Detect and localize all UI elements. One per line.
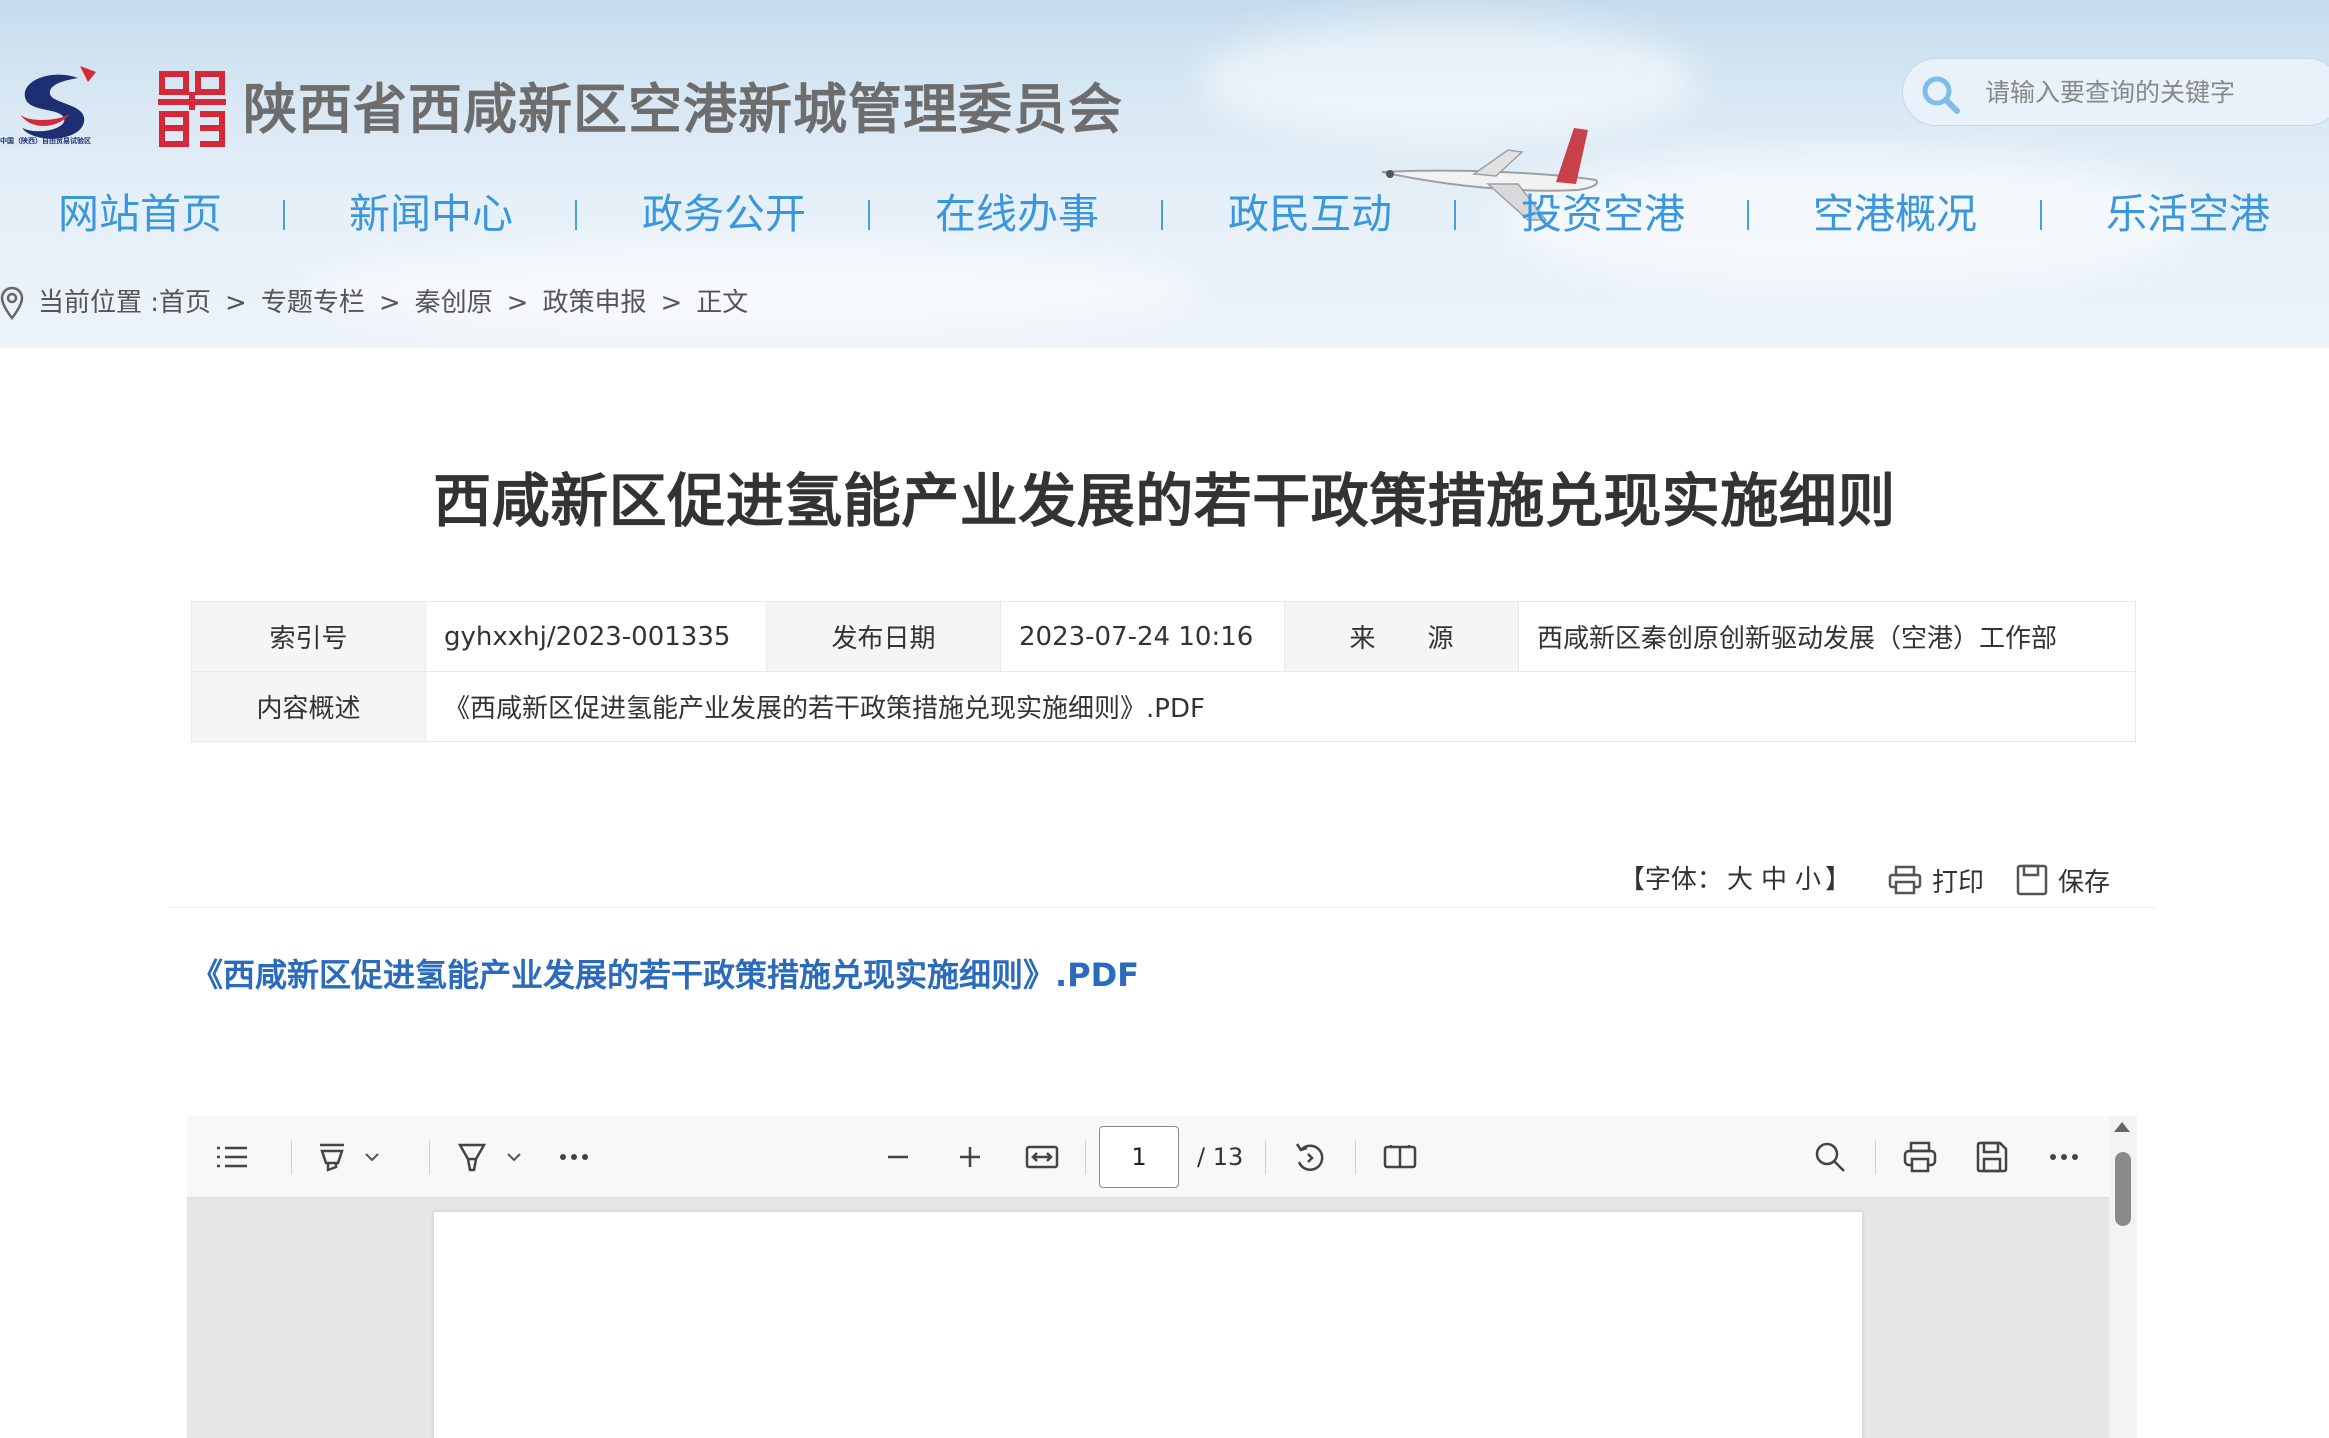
contents-icon[interactable] xyxy=(211,1136,253,1178)
nav-item-gov-affairs[interactable]: 政务公开 xyxy=(624,178,824,250)
header-cloud xyxy=(1200,20,1700,140)
article-meta-table: 索引号 gyhxxhj/2023-001335 发布日期 2023-07-24 … xyxy=(191,601,2136,742)
rotate-icon[interactable] xyxy=(1289,1136,1331,1178)
meta-row: 内容概述 《西咸新区促进氢能产业发展的若干政策措施兑现实施细则》.PDF xyxy=(191,671,2136,742)
font-size-prefix: 【字体： xyxy=(1618,865,1723,895)
breadcrumb-current: 正文 xyxy=(696,288,749,318)
save-button[interactable]: 保存 xyxy=(2016,858,2110,902)
highlight-icon[interactable] xyxy=(311,1136,353,1178)
draw-icon[interactable] xyxy=(451,1136,493,1178)
source-value: 西咸新区秦创原创新驱动发展（空港）工作部 xyxy=(1518,601,2136,672)
pdf-viewer[interactable]: / 13 xyxy=(187,1116,2137,1438)
print-button[interactable]: 打印 xyxy=(1888,858,1984,902)
save-label: 保存 xyxy=(2058,867,2111,898)
source-label: 来 源 xyxy=(1284,601,1519,672)
zoom-out-icon[interactable] xyxy=(877,1136,919,1178)
publish-date-value: 2023-07-24 10:16 xyxy=(1000,601,1285,672)
viewer-print-icon[interactable] xyxy=(1899,1136,1941,1178)
breadcrumb-special-topics[interactable]: 专题专栏 xyxy=(261,280,365,326)
site-title[interactable]: 陕西省西咸新区空港新城管理委员会 xyxy=(243,72,1123,148)
main-nav: 网站首页 新闻中心 政务公开 在线办事 政民互动 投资空港 空港概况 乐活空港 xyxy=(0,178,2329,250)
nav-separator xyxy=(283,200,285,230)
toolbar-separator xyxy=(1265,1140,1266,1174)
save-icon xyxy=(2016,864,2048,896)
index-number-label: 索引号 xyxy=(191,601,426,672)
font-size-control: 【字体：大中小】 xyxy=(1619,860,1851,900)
pdf-attachment-link[interactable]: 《西咸新区促进氢能产业发展的若干政策措施兑现实施细则》.PDF xyxy=(191,950,1139,1000)
viewer-save-icon[interactable] xyxy=(1971,1136,2013,1178)
viewer-more-options-icon[interactable] xyxy=(2043,1136,2085,1178)
nav-item-online-services[interactable]: 在线办事 xyxy=(917,178,1117,250)
nav-item-interaction[interactable]: 政民互动 xyxy=(1210,178,1410,250)
breadcrumb-policy-application[interactable]: 政策申报 xyxy=(542,280,646,326)
fit-width-icon[interactable] xyxy=(1021,1136,1063,1178)
nav-item-home[interactable]: 网站首页 xyxy=(40,178,240,250)
font-size-small[interactable]: 小 xyxy=(1795,865,1821,895)
nav-separator xyxy=(1161,200,1163,230)
page-number-input[interactable] xyxy=(1099,1126,1179,1188)
toolbar-separator xyxy=(429,1140,430,1174)
font-size-suffix: 】 xyxy=(1824,865,1851,895)
summary-label: 内容概述 xyxy=(191,671,426,742)
toolbar-separator xyxy=(1085,1140,1086,1174)
nav-separator xyxy=(2040,200,2042,230)
toolbar-separator xyxy=(291,1140,292,1174)
breadcrumb-separator: > xyxy=(225,288,247,318)
toolbar-separator xyxy=(1355,1140,1356,1174)
pdf-page xyxy=(434,1212,1862,1438)
breadcrumb-separator: > xyxy=(506,288,529,318)
breadcrumb-separator: > xyxy=(378,288,401,318)
page-total: / 13 xyxy=(1197,1143,1244,1171)
zoom-in-icon[interactable] xyxy=(949,1136,991,1178)
font-size-large[interactable]: 大 xyxy=(1727,865,1753,895)
breadcrumb-qinchuangyuan[interactable]: 秦创原 xyxy=(415,280,493,326)
summary-value: 《西咸新区促进氢能产业发展的若干政策措施兑现实施细则》.PDF xyxy=(425,671,2136,742)
article-toolbar: 【字体：大中小】 打印 保存 xyxy=(170,852,2155,908)
nav-item-news[interactable]: 新闻中心 xyxy=(331,178,531,250)
meta-row: 索引号 gyhxxhj/2023-001335 发布日期 2023-07-24 … xyxy=(191,601,2136,672)
search-icon[interactable] xyxy=(1919,73,1963,117)
ftz-logo-caption: 中国（陕西）自由贸易试验区 xyxy=(0,137,91,145)
nav-separator xyxy=(575,200,577,230)
pdf-viewer-toolbar: / 13 xyxy=(187,1116,2109,1198)
search-box xyxy=(1902,58,2329,126)
toolbar-separator xyxy=(1875,1140,1876,1174)
index-number-value: gyhxxhj/2023-001335 xyxy=(425,601,767,672)
search-input[interactable] xyxy=(1985,71,2315,113)
chevron-down-icon[interactable] xyxy=(497,1136,531,1178)
nav-item-investment[interactable]: 投资空港 xyxy=(1503,178,1703,250)
nav-item-lifestyle[interactable]: 乐活空港 xyxy=(2088,178,2288,250)
location-pin-icon xyxy=(0,286,24,320)
scroll-up-arrow-icon[interactable] xyxy=(2114,1122,2130,1132)
publish-date-label: 发布日期 xyxy=(766,601,1001,672)
nav-separator xyxy=(868,200,870,230)
chevron-down-icon[interactable] xyxy=(355,1136,389,1178)
nav-item-overview[interactable]: 空港概况 xyxy=(1795,178,1995,250)
printer-icon xyxy=(1888,865,1922,895)
breadcrumb-prefix: 当前位置 : xyxy=(38,288,160,318)
more-options-icon[interactable] xyxy=(553,1136,595,1178)
breadcrumb-separator: > xyxy=(660,288,683,318)
viewer-scrollbar[interactable] xyxy=(2109,1116,2137,1438)
font-size-medium[interactable]: 中 xyxy=(1761,865,1787,895)
viewer-search-icon[interactable] xyxy=(1809,1136,1851,1178)
seal-logo-icon[interactable] xyxy=(156,70,228,150)
nav-separator xyxy=(1747,200,1749,230)
nav-separator xyxy=(1454,200,1456,230)
site-header: 中国（陕西）自由贸易试验区 陕西省西咸新区空港新城管理委员会 网站首页 xyxy=(0,0,2329,348)
article-title: 西咸新区促进氢能产业发展的若干政策措施兑现实施细则 xyxy=(433,467,1896,535)
breadcrumb-home[interactable]: 首页 xyxy=(159,280,211,326)
page-view-icon[interactable] xyxy=(1379,1136,1421,1178)
scrollbar-thumb[interactable] xyxy=(2115,1152,2131,1226)
breadcrumb: 当前位置 : 首页 > 专题专栏 > 秦创原 > 政策申报 > 正文 xyxy=(0,280,748,326)
print-label: 打印 xyxy=(1932,867,1985,898)
